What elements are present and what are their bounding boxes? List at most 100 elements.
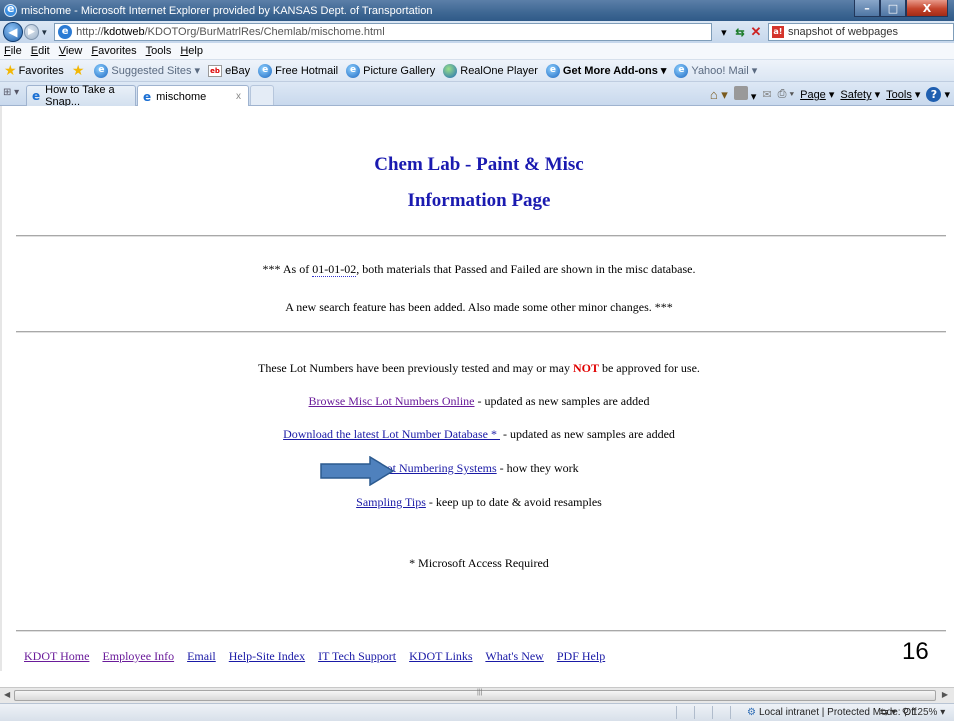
scroll-left-icon[interactable]: ◀ (4, 690, 10, 699)
browse-lot-numbers-link[interactable]: Browse Misc Lot Numbers Online (309, 394, 475, 408)
status-separator (730, 706, 731, 719)
tab-close-icon[interactable]: x (236, 91, 241, 102)
not-emphasis: NOT (572, 361, 599, 375)
menu-file[interactable]: File (4, 45, 22, 57)
footer-link-kdot-home[interactable]: KDOT Home (24, 649, 89, 663)
favorites-label: Favorites (18, 64, 64, 77)
ie-icon: e (32, 89, 41, 103)
search-input[interactable]: a! snapshot of webpages ⚲ (767, 23, 954, 41)
footer-link-pdf-help[interactable]: PDF Help (557, 649, 605, 663)
link-description: - updated as new samples are added (500, 427, 675, 441)
maximize-button[interactable]: □ (880, 0, 906, 17)
stop-icon[interactable]: ✕ (748, 23, 764, 41)
divider (16, 235, 946, 237)
status-separator (676, 706, 677, 719)
url-text: http://kdotweb/KDOTOrg/BurMatrlRes/Cheml… (76, 26, 385, 38)
scrollbar-grip-icon: ||| (477, 689, 483, 696)
menu-tools[interactable]: Tools (146, 45, 172, 57)
page-menu[interactable]: Page ▾ (800, 88, 834, 101)
menu-help[interactable]: Help (180, 45, 203, 57)
close-button[interactable]: X (906, 0, 948, 17)
footer-link-email[interactable]: Email (187, 649, 216, 663)
forward-button[interactable]: ▶ (23, 24, 40, 40)
fav-free-hotmail[interactable]: e Free Hotmail (258, 63, 338, 78)
fav-label: Yahoo! Mail ▾ (691, 65, 758, 77)
mail-icon[interactable]: ✉ (762, 88, 771, 101)
fav-label: RealOne Player (460, 64, 538, 77)
fav-yahoo-mail[interactable]: e Yahoo! Mail ▾ (674, 63, 758, 78)
lot-numbering-systems-link[interactable]: Lot Numbering Systems (379, 461, 496, 475)
command-bar: ⌂ ▾ ▾ ✉ ⎙ ▾ Page ▾ Safety ▾ Tools ▾ ? ▾ (704, 86, 950, 103)
status-bar: ⚙ Local intranet | Protected Mode: Off ⇆ … (0, 703, 954, 721)
menu-favorites[interactable]: Favorites (91, 45, 136, 57)
home-icon[interactable]: ⌂ ▾ (710, 87, 728, 103)
menu-view[interactable]: View (59, 45, 83, 57)
footer-nav: KDOT Home Employee Info Email Help-Site … (24, 649, 615, 664)
add-favorite-button[interactable]: ★ (72, 62, 87, 79)
feeds-icon (733, 86, 748, 100)
ie-icon: e (674, 63, 689, 78)
lot-disclaimer: These Lot Numbers have been previously t… (2, 361, 954, 376)
help-button[interactable]: ? ▾ (926, 87, 950, 102)
footer-link-help-site-index[interactable]: Help-Site Index (229, 649, 305, 663)
fav-suggested-sites[interactable]: e Suggested Sites ▾ (94, 63, 200, 78)
new-tab-button[interactable] (250, 85, 274, 105)
favorites-star-icon: ★ (4, 62, 17, 78)
protected-mode-icon: ⇆ ▾ (880, 707, 897, 718)
lot-suffix: be approved for use. (598, 361, 700, 375)
back-button[interactable]: ◀ (3, 22, 23, 42)
footer-link-employee-info[interactable]: Employee Info (102, 649, 174, 663)
scrollbar-thumb[interactable] (14, 690, 936, 701)
favorites-button[interactable]: ★ Favorites (4, 62, 64, 79)
ie-icon: e (346, 63, 361, 78)
refresh-icon[interactable]: ⇆ (732, 23, 748, 41)
tab-label: How to Take a Snap... (45, 84, 115, 108)
download-lot-database-link[interactable]: Download the latest Lot Number Database … (283, 427, 500, 441)
footer-link-kdot-links[interactable]: KDOT Links (409, 649, 472, 663)
link-description: - keep up to date & avoid resamples (425, 495, 602, 509)
ie-icon: e (143, 89, 152, 104)
address-tools: ▾ ⇆ ✕ (716, 23, 764, 41)
tools-menu[interactable]: Tools ▾ (886, 88, 920, 101)
zoom-level: 125% (911, 707, 938, 718)
url-field[interactable]: e http://kdotweb/KDOTOrg/BurMatrlRes/Che… (54, 23, 712, 41)
window-title: mischome - Microsoft Internet Explorer p… (21, 4, 433, 17)
horizontal-scrollbar[interactable]: ◀ ||| ▶ (0, 687, 954, 703)
safety-menu-label: Safety (840, 89, 872, 101)
fav-picture-gallery[interactable]: e Picture Gallery (346, 63, 435, 78)
search-provider-icon: a! (771, 26, 784, 38)
page-content: Chem Lab - Paint & Misc Information Page… (0, 106, 954, 671)
window-titlebar: mischome - Microsoft Internet Explorer p… (0, 0, 954, 21)
browse-lot-row: Browse Misc Lot Numbers Online - updated… (2, 394, 954, 409)
recent-pages-dropdown[interactable]: ▼ (40, 28, 50, 37)
fav-get-more-addons[interactable]: e Get More Add-ons ▾ (545, 63, 666, 78)
divider (16, 630, 946, 632)
safety-menu[interactable]: Safety ▾ (840, 88, 880, 101)
footer-link-whats-new[interactable]: What's New (485, 649, 543, 663)
ie-icon: e (258, 63, 273, 78)
sampling-tips-link[interactable]: Sampling Tips (356, 495, 426, 509)
fav-ebay[interactable]: eb eBay (208, 64, 251, 77)
status-separator (694, 706, 695, 719)
url-dropdown-icon[interactable]: ▾ (716, 23, 732, 41)
slide-number: 16 (902, 638, 929, 665)
address-bar: ◀ ▶ ▼ e http://kdotweb/KDOTOrg/BurMatrlR… (0, 21, 954, 43)
fav-realone-player[interactable]: RealOne Player (443, 63, 538, 78)
favorites-bar: ★ Favorites ★ e Suggested Sites ▾ eb eBa… (0, 60, 954, 82)
footer-link-it-tech-support[interactable]: IT Tech Support (318, 649, 396, 663)
tools-menu-label: Tools (886, 89, 912, 101)
feeds-button[interactable]: ▾ (733, 86, 756, 103)
notice-line-2: A new search feature has been added. Als… (285, 300, 673, 314)
tab-how-to-take-snapshot[interactable]: e How to Take a Snap... (26, 84, 136, 108)
quick-tabs-icon[interactable]: ⊞ ▾ (3, 87, 19, 98)
access-note: * Microsoft Access Required (409, 556, 549, 570)
print-icon[interactable]: ⎙ ▾ (778, 88, 794, 101)
tab-mischome[interactable]: e mischome x (137, 85, 249, 107)
fav-label: eBay (225, 64, 251, 77)
menu-edit[interactable]: Edit (31, 45, 50, 57)
zoom-control[interactable]: ⇆ ▾ ⚲ 125% ▾ (880, 707, 945, 718)
scroll-right-icon[interactable]: ▶ (942, 690, 948, 699)
page-icon: e (58, 25, 73, 39)
minimize-button[interactable]: – (854, 0, 880, 17)
lot-numbering-row: Lot Numbering Systems - how they work (2, 461, 954, 476)
